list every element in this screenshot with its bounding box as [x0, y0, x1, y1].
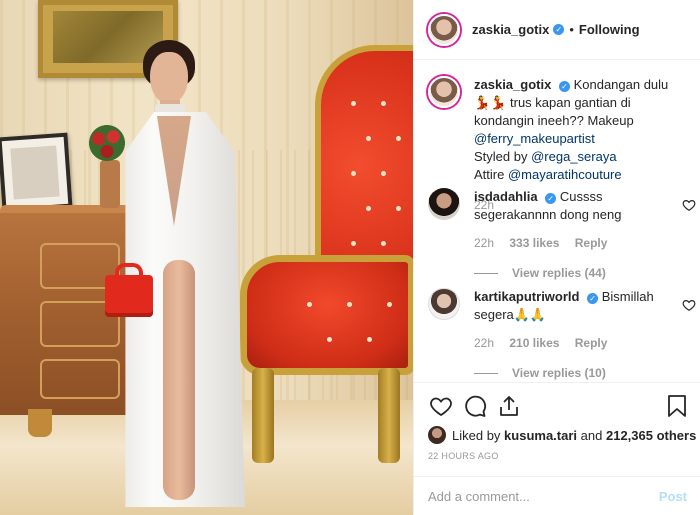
avatar[interactable] — [428, 426, 446, 444]
comment-likes[interactable]: 333 likes — [509, 236, 559, 250]
view-replies-button[interactable]: View replies (44) — [474, 264, 670, 282]
post-actions: Liked by kusuma.tari and 212,365 others … — [414, 382, 700, 515]
header-username[interactable]: zaskia_gotix — [472, 22, 549, 37]
liked-by-label: Liked by — [452, 427, 501, 443]
caption-username[interactable]: zaskia_gotix — [474, 77, 551, 92]
likes-count[interactable]: 212,365 others — [606, 428, 696, 443]
comment-likes[interactable]: 210 likes — [509, 336, 559, 350]
mention-link[interactable]: @mayaratihcouture — [508, 167, 622, 182]
chair-leg — [252, 368, 274, 463]
verified-icon: ✓ — [553, 24, 565, 35]
attire-label: Attire — [474, 167, 505, 182]
avatar[interactable] — [428, 13, 460, 46]
post-header: zaskia_gotix ✓ • Following — [414, 0, 700, 60]
save-button[interactable] — [664, 393, 690, 419]
separator-dot: • — [569, 22, 574, 37]
comment-icon — [465, 395, 487, 417]
picture-frame — [0, 132, 73, 213]
view-replies-label: View replies (44) — [512, 266, 606, 280]
action-icons — [428, 393, 690, 419]
woman-figure — [105, 30, 255, 515]
heart-icon[interactable] — [682, 298, 696, 312]
throne-chair-seat — [240, 255, 413, 375]
heart-icon — [430, 397, 452, 417]
comment-time[interactable]: 22h — [474, 236, 494, 250]
verified-icon: ✓ — [558, 81, 570, 92]
avatar[interactable] — [428, 288, 460, 320]
like-button[interactable] — [428, 393, 454, 419]
verified-icon: ✓ — [545, 193, 557, 204]
mention-link[interactable]: @rega_seraya — [531, 149, 616, 164]
replies-line — [474, 272, 498, 274]
comment-input[interactable] — [428, 489, 659, 504]
share-icon — [500, 396, 518, 416]
post-side-panel: zaskia_gotix ✓ • Following zaskia_gotix … — [413, 0, 700, 515]
comment-username[interactable]: isdadahlia — [474, 189, 538, 204]
avatar[interactable] — [428, 188, 460, 220]
reply-button[interactable]: Reply — [575, 336, 608, 350]
post-button[interactable]: Post — [659, 489, 687, 504]
comments-list[interactable]: zaskia_gotix ✓ Kondangan dulu 💃💃 trus ka… — [414, 60, 700, 382]
liked-by-user[interactable]: kusuma.tari — [504, 428, 577, 443]
bookmark-icon — [668, 395, 686, 417]
post-timestamp[interactable]: 22 HOURS AGO — [428, 451, 499, 461]
heart-icon[interactable] — [682, 198, 696, 212]
reply-button[interactable]: Reply — [575, 236, 608, 250]
comment-username[interactable]: kartikaputriworld — [474, 289, 579, 304]
comment-button[interactable] — [462, 393, 488, 419]
view-replies-label: View replies (10) — [512, 366, 606, 380]
mention-link[interactable]: @ferry_makeupartist — [474, 131, 595, 146]
likes-summary: Liked by kusuma.tari and 212,365 others — [428, 426, 696, 444]
red-handbag — [105, 275, 153, 317]
avatar[interactable] — [428, 76, 460, 108]
liked-and-label: and — [580, 427, 603, 443]
add-comment-bar: Post — [414, 476, 700, 515]
post-photo[interactable] — [0, 0, 413, 515]
following-button[interactable]: Following — [579, 22, 640, 37]
verified-icon: ✓ — [587, 293, 599, 304]
share-button[interactable] — [496, 393, 522, 419]
replies-line — [474, 372, 498, 374]
comment-time[interactable]: 22h — [474, 336, 494, 350]
view-replies-button[interactable]: View replies (10) — [474, 364, 670, 382]
styled-label: Styled by — [474, 149, 528, 164]
chair-leg — [378, 368, 400, 463]
